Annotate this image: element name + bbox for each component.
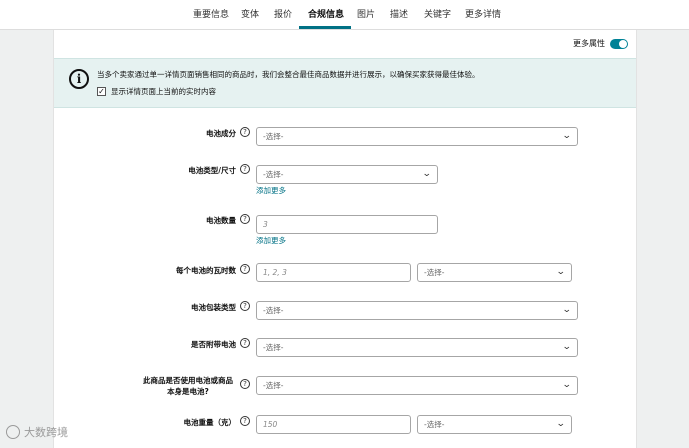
- battery-count-add-more-link[interactable]: 添加更多: [256, 235, 286, 246]
- watermark-logo-icon: [6, 425, 20, 439]
- tab-more-details[interactable]: 更多详情: [465, 7, 501, 20]
- battery-type-label: 电池类型/尺寸: [188, 166, 236, 175]
- chevron-down-icon: ⌄: [556, 419, 567, 429]
- battery-weight-unit-value: -选择-: [424, 420, 445, 429]
- batteries-included-label: 是否附带电池: [191, 340, 236, 349]
- active-tab-indicator: [299, 26, 351, 29]
- chevron-down-icon: ⌄: [562, 305, 573, 315]
- battery-packaging-label: 电池包装类型: [191, 303, 236, 312]
- live-content-checkbox[interactable]: ✓: [97, 87, 106, 96]
- battery-count-label: 电池数量: [206, 216, 236, 225]
- help-icon[interactable]: ?: [240, 379, 250, 389]
- tab-images[interactable]: 图片: [357, 7, 375, 20]
- info-icon: i: [69, 69, 89, 89]
- chevron-down-icon: ⌄: [562, 380, 573, 390]
- chevron-down-icon: ⌄: [562, 131, 573, 141]
- chevron-down-icon: ⌄: [562, 342, 573, 352]
- watermark: 大数跨境: [6, 424, 68, 440]
- more-attributes-control: 更多属性: [573, 38, 628, 49]
- battery-packaging-value: -选择-: [263, 306, 284, 315]
- tab-description[interactable]: 描述: [390, 7, 408, 20]
- watt-hours-input[interactable]: 1, 2, 3: [256, 263, 411, 282]
- help-icon[interactable]: ?: [240, 264, 250, 274]
- live-content-option: ✓ 显示详情页面上当前的实时内容: [97, 86, 216, 97]
- battery-composition-select[interactable]: -选择- ⌄: [256, 127, 578, 146]
- battery-type-select[interactable]: -选择- ⌄: [256, 165, 438, 184]
- tab-variations[interactable]: 变体: [241, 7, 259, 20]
- help-icon[interactable]: ?: [240, 301, 250, 311]
- battery-count-value: 3: [263, 220, 268, 229]
- help-icon[interactable]: ?: [240, 416, 250, 426]
- battery-weight-unit-select[interactable]: -选择- ⌄: [417, 415, 572, 434]
- uses-batteries-select[interactable]: -选择- ⌄: [256, 376, 578, 395]
- watt-hours-unit-value: -选择-: [424, 268, 445, 277]
- more-attributes-label: 更多属性: [573, 39, 605, 48]
- chevron-down-icon: ⌄: [422, 169, 433, 179]
- help-icon[interactable]: ?: [240, 164, 250, 174]
- help-icon[interactable]: ?: [240, 214, 250, 224]
- live-content-label: 显示详情页面上当前的实时内容: [111, 87, 216, 96]
- tab-keywords[interactable]: 关键字: [424, 7, 451, 20]
- battery-composition-label: 电池成分: [206, 129, 236, 138]
- help-icon[interactable]: ?: [240, 338, 250, 348]
- tab-important-info[interactable]: 重要信息: [193, 7, 229, 20]
- uses-batteries-label: 此商品是否使用电池或商品本身是电池?: [143, 376, 233, 396]
- battery-type-value: -选择-: [263, 170, 284, 179]
- watt-hours-unit-select[interactable]: -选择- ⌄: [417, 263, 572, 282]
- info-banner: i 当多个卖家通过单一详情页面销售相同的商品时，我们会整合最佳商品数据并进行展示…: [54, 58, 636, 108]
- battery-weight-input[interactable]: 150: [256, 415, 411, 434]
- battery-weight-value: 150: [263, 420, 278, 429]
- battery-composition-value: -选择-: [263, 132, 284, 141]
- battery-count-input[interactable]: 3: [256, 215, 438, 234]
- tab-offer[interactable]: 报价: [274, 7, 292, 20]
- more-attributes-toggle[interactable]: [610, 38, 628, 49]
- battery-type-add-more-link[interactable]: 添加更多: [256, 185, 286, 196]
- chevron-down-icon: ⌄: [556, 267, 567, 277]
- batteries-included-select[interactable]: -选择- ⌄: [256, 338, 578, 357]
- uses-batteries-value: -选择-: [263, 381, 284, 390]
- watt-hours-placeholder: 1, 2, 3: [263, 268, 287, 277]
- help-icon[interactable]: ?: [240, 127, 250, 137]
- tab-compliance[interactable]: 合规信息: [308, 7, 344, 20]
- top-tab-bar: 重要信息 变体 报价 合规信息 图片 描述 关键字 更多详情: [0, 0, 689, 30]
- info-banner-text: 当多个卖家通过单一详情页面销售相同的商品时，我们会整合最佳商品数据并进行展示，以…: [97, 70, 480, 79]
- watermark-text: 大数跨境: [24, 426, 68, 439]
- battery-packaging-select[interactable]: -选择- ⌄: [256, 301, 578, 320]
- batteries-included-value: -选择-: [263, 343, 284, 352]
- compliance-panel: 更多属性 i 当多个卖家通过单一详情页面销售相同的商品时，我们会整合最佳商品数据…: [53, 30, 637, 448]
- watt-hours-label: 每个电池的瓦时数: [176, 266, 236, 275]
- battery-weight-label: 电池重量（克）: [183, 418, 237, 427]
